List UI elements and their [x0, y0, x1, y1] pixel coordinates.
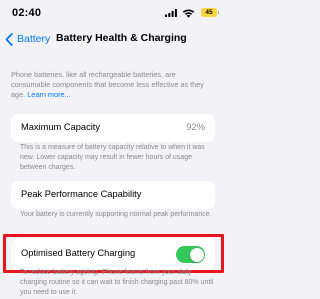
signal-icon — [165, 9, 177, 17]
nav-bar: Battery Battery Health & Charging — [0, 26, 226, 52]
maximum-capacity-footnote: This is a measure of battery capacity re… — [20, 144, 205, 171]
battery-level: 45 — [201, 8, 217, 17]
status-time: 02:40 — [12, 7, 42, 19]
optimised-charging-row: Optimised Battery Charging — [11, 238, 215, 270]
back-label: Battery — [17, 33, 51, 45]
maximum-capacity-row: Maximum Capacity 92% — [11, 114, 215, 142]
battery-icon: 45 — [201, 8, 219, 17]
maximum-capacity-value: 92% — [186, 122, 205, 132]
battery-health-screen: 02:40 45 Battery Battery Health & Chargi… — [0, 0, 226, 299]
back-button[interactable]: Battery — [5, 31, 50, 47]
page-title: Battery Health & Charging — [56, 32, 187, 44]
optimised-charging-footnote: To reduce battery ageing, iPhone learns … — [20, 269, 214, 296]
peak-performance-row: Peak Performance Capability — [11, 181, 215, 209]
optimised-charging-toggle[interactable] — [176, 246, 205, 263]
intro-text: Phone batteries, like all rechargeable b… — [11, 70, 217, 100]
chevron-left-icon — [5, 32, 13, 46]
peak-performance-footnote: Your battery is currently supporting nor… — [20, 211, 212, 218]
status-bar: 02:40 45 — [0, 0, 226, 26]
peak-performance-label: Peak Performance Capability — [21, 189, 142, 199]
learn-more-link[interactable]: Learn more... — [27, 90, 70, 99]
optimised-charging-label: Optimised Battery Charging — [21, 248, 136, 258]
toggle-knob — [189, 247, 204, 262]
maximum-capacity-label: Maximum Capacity — [21, 122, 101, 132]
wifi-icon — [182, 9, 195, 18]
battery-cap — [217, 11, 219, 14]
